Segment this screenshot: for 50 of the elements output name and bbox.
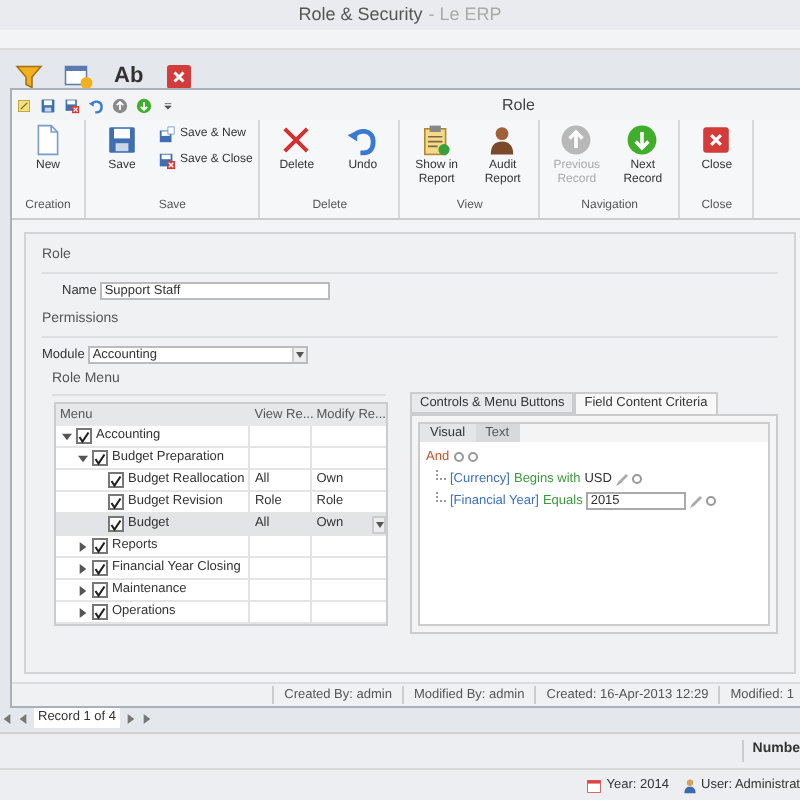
- dropdown-arrow-icon[interactable]: [292, 348, 307, 363]
- calendar-icon: [586, 777, 603, 793]
- window-title: Role: [502, 93, 535, 117]
- clipboard-icon: [420, 124, 453, 156]
- checkbox[interactable]: [92, 538, 108, 554]
- user-icon: [681, 777, 697, 793]
- checkbox[interactable]: [108, 516, 124, 532]
- undo-icon: [346, 124, 379, 156]
- toolbar-button[interactable]: [163, 61, 194, 91]
- collapsed-arrow-icon[interactable]: [78, 563, 88, 573]
- quick-access-button[interactable]: [88, 97, 104, 113]
- first-record-icon[interactable]: [2, 713, 12, 723]
- note-icon: [16, 97, 32, 113]
- checkbox[interactable]: [92, 604, 108, 620]
- checkbox[interactable]: [92, 582, 108, 598]
- expanded-arrow-icon[interactable]: [78, 453, 88, 463]
- previous-record-icon[interactable]: [18, 713, 28, 723]
- toolbar-button[interactable]: [14, 61, 44, 91]
- collapsed-arrow-icon[interactable]: [78, 585, 88, 595]
- floppy-disk-close-icon: [158, 152, 176, 170]
- undo-icon: [88, 97, 104, 113]
- checkbox[interactable]: [108, 472, 124, 488]
- remove-condition-icon[interactable]: [706, 496, 717, 507]
- expanded-arrow-icon[interactable]: [62, 431, 72, 441]
- next-record-icon[interactable]: [126, 713, 137, 723]
- floppy-disk-page-icon: [158, 126, 176, 144]
- add-condition-icon[interactable]: [467, 451, 478, 462]
- checkbox[interactable]: [92, 560, 108, 576]
- checkbox[interactable]: [108, 494, 124, 510]
- floppy-disk-close-icon: [64, 97, 80, 113]
- app-title: Role & Security: [298, 1, 423, 28]
- checkbox[interactable]: [92, 450, 108, 466]
- caret-icon: [160, 97, 176, 113]
- quick-access-button[interactable]: [16, 97, 32, 113]
- figure-icon: [486, 124, 519, 156]
- quick-access-button[interactable]: [40, 97, 56, 113]
- collapsed-arrow-icon[interactable]: [78, 607, 88, 617]
- group-menu-icon[interactable]: [453, 451, 464, 462]
- quick-access-button[interactable]: [160, 97, 176, 113]
- up-arrow-circle-icon: [112, 97, 128, 113]
- text-style-button[interactable]: Ab: [114, 65, 144, 87]
- x-mark-icon: [280, 124, 313, 156]
- remove-condition-icon[interactable]: [631, 474, 642, 485]
- dropdown-arrow-icon[interactable]: [372, 515, 386, 533]
- checkbox[interactable]: [76, 428, 92, 444]
- quick-access-button[interactable]: [64, 97, 80, 113]
- last-record-icon[interactable]: [142, 713, 153, 723]
- down-arrow-circle-icon: [136, 97, 152, 113]
- collapsed-arrow-icon[interactable]: [78, 541, 88, 551]
- app-subtitle: - Le ERP: [428, 1, 502, 28]
